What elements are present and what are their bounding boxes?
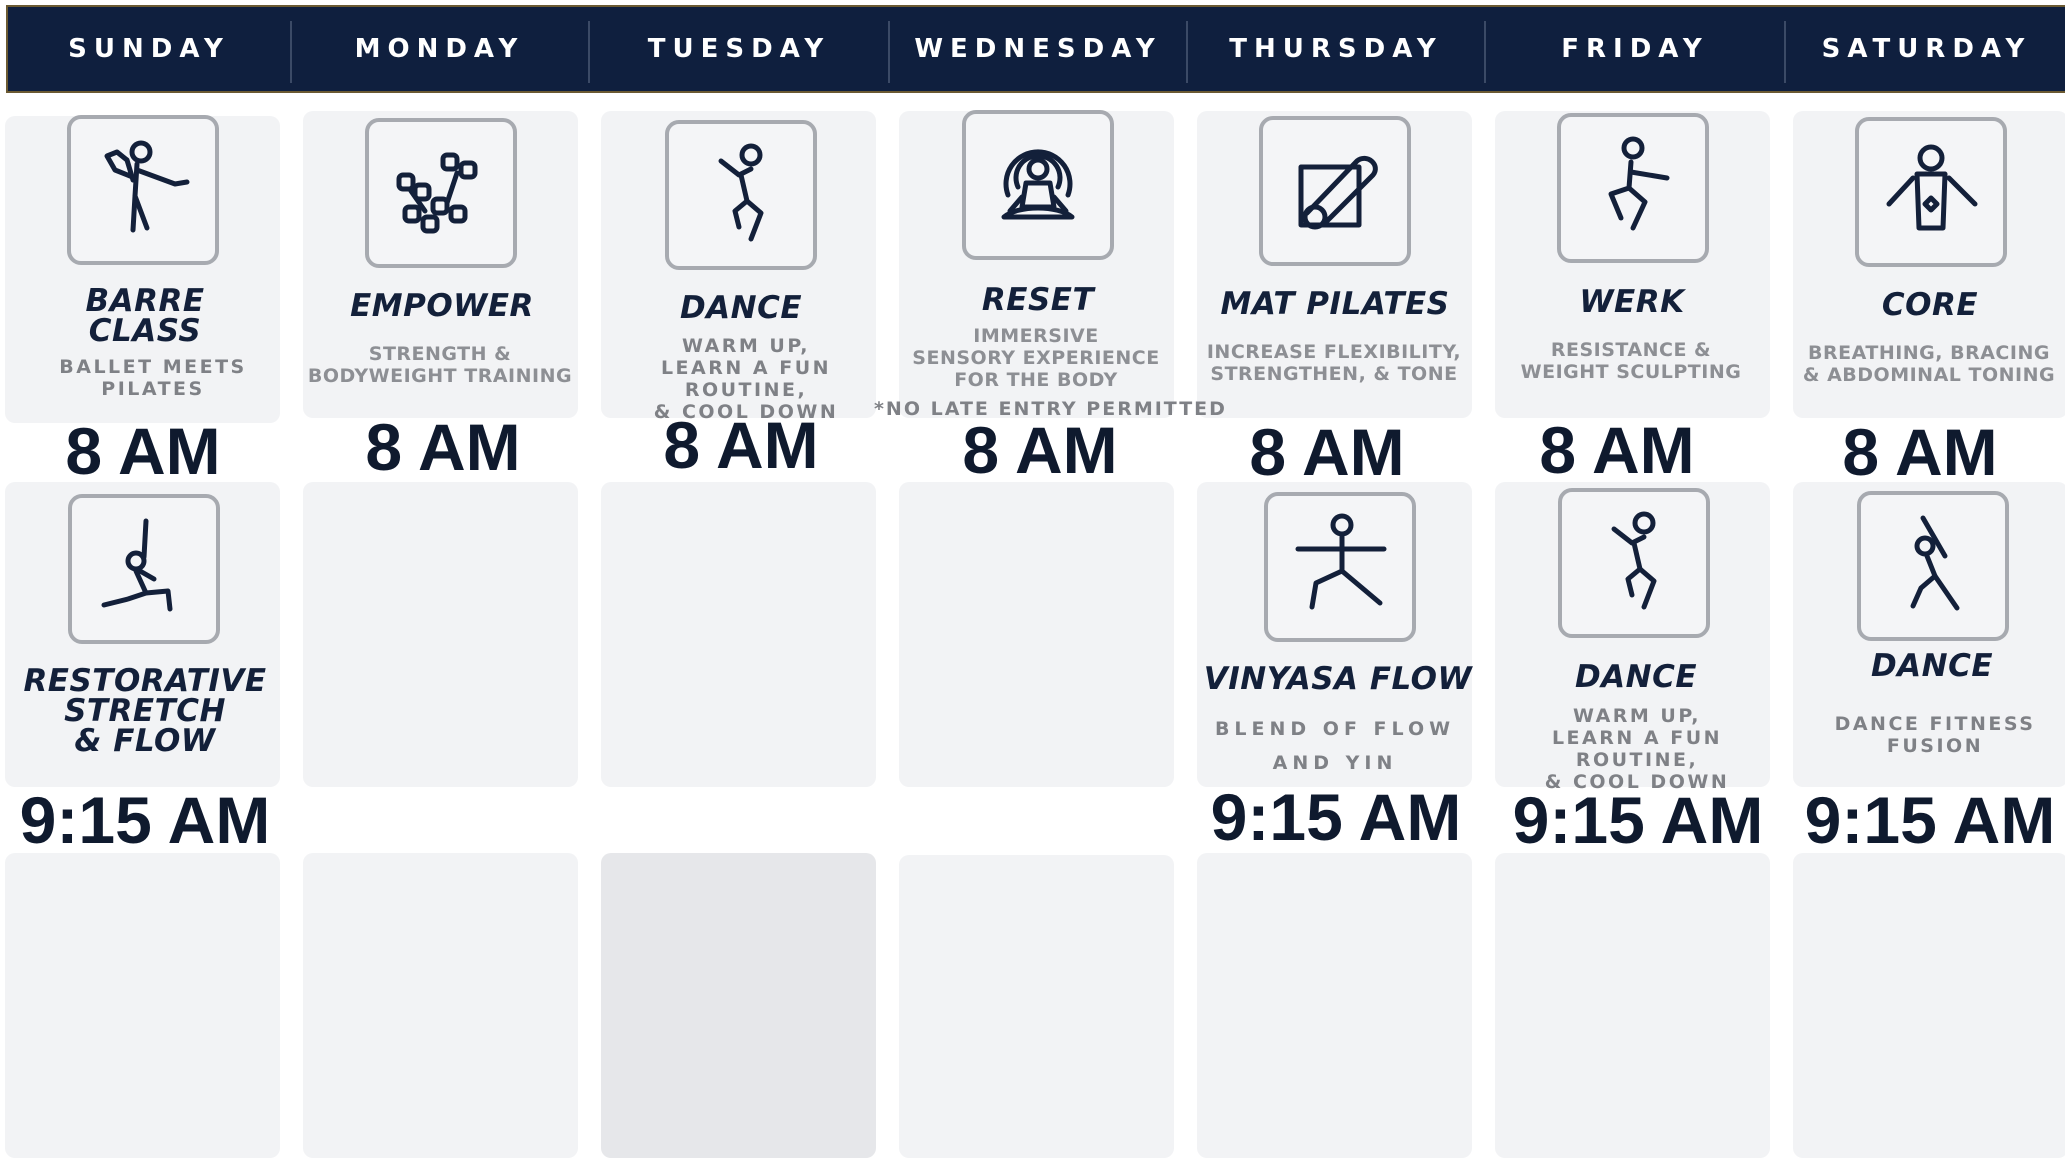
dance-leap-icon [665, 120, 817, 270]
class-title: RESET [981, 282, 1095, 318]
empty-slot [5, 853, 280, 1158]
day-monday: MONDAY [354, 34, 525, 64]
class-time: 8 AM [1539, 413, 1695, 487]
class-subtitle: WARM UP, LEARN A FUN ROUTINE, & COOL DOWN [1544, 705, 1730, 793]
day-thursday: THURSDAY [1229, 34, 1443, 64]
dancer-pose-icon [67, 115, 219, 265]
empty-slot [899, 855, 1174, 1158]
class-title: BARRE CLASS [85, 283, 205, 349]
class-subtitle: IMMERSIVE SENSORY EXPERIENCE FOR THE BODY [912, 325, 1160, 391]
dumbbells-icon [365, 118, 517, 268]
class-subtitle: STRENGTH & BODYWEIGHT TRAINING [307, 343, 573, 387]
class-title: DANCE [1870, 648, 1994, 684]
day-wednesday: WEDNESDAY [914, 34, 1162, 64]
lunge-stretch-icon [68, 494, 220, 644]
class-subtitle: RESISTANCE & WEIGHT SCULPTING [1520, 339, 1742, 383]
empty-slot [899, 482, 1174, 787]
dance-leap-icon [1558, 488, 1710, 638]
class-time: 8 AM [365, 410, 521, 484]
class-time: 9:15 AM [19, 783, 271, 857]
day-friday: FRIDAY [1561, 34, 1709, 64]
class-title: RESTORATIVE STRETCH & FLOW [23, 663, 267, 759]
weekday-header: SUNDAY MONDAY TUESDAY WEDNESDAY THURSDAY… [6, 5, 2065, 93]
class-time: 8 AM [663, 408, 819, 482]
empty-slot [1197, 853, 1472, 1158]
class-title: EMPOWER [350, 288, 534, 324]
class-time: 8 AM [65, 414, 221, 488]
class-subtitle: BALLET MEETS PILATES [59, 356, 247, 400]
empty-slot [303, 853, 578, 1158]
squat-icon [1557, 113, 1709, 263]
class-time: 9:15 AM [1804, 783, 2056, 857]
yoga-mat-icon [1259, 116, 1411, 266]
day-sunday: SUNDAY [68, 34, 230, 64]
warrior-pose-icon [1264, 492, 1416, 642]
class-time: 9:15 AM [1512, 783, 1764, 857]
meditation-icon [962, 110, 1114, 260]
empty-slot [601, 482, 876, 787]
class-title: WERK [1579, 284, 1685, 320]
day-tuesday: TUESDAY [647, 34, 831, 64]
core-torso-icon [1855, 117, 2007, 267]
empty-slot [303, 482, 578, 787]
class-subtitle: INCREASE FLEXIBILITY, STRENGTHEN, & TONE [1206, 341, 1462, 385]
day-saturday: SATURDAY [1821, 34, 2032, 64]
empty-slot [601, 853, 876, 1158]
class-title: DANCE [679, 290, 803, 326]
class-subtitle: BLEND OF FLOW AND YIN [1214, 718, 1456, 774]
empty-slot [1495, 853, 1770, 1158]
class-subtitle: DANCE FITNESS FUSION [1834, 713, 2036, 757]
empty-slot [1793, 853, 2065, 1158]
dance-reach-icon [1857, 491, 2009, 641]
class-time: 8 AM [1249, 415, 1405, 489]
class-title: CORE [1881, 287, 1979, 323]
class-time: 9:15 AM [1210, 780, 1462, 854]
class-title: MAT PILATES [1220, 286, 1450, 322]
class-title: VINYASA FLOW [1203, 661, 1473, 697]
class-time: 8 AM [1842, 415, 1998, 489]
class-time: 8 AM [962, 413, 1118, 487]
class-subtitle: BREATHING, BRACING & ABDOMINAL TONING [1802, 342, 2056, 386]
class-title: DANCE [1574, 659, 1698, 695]
